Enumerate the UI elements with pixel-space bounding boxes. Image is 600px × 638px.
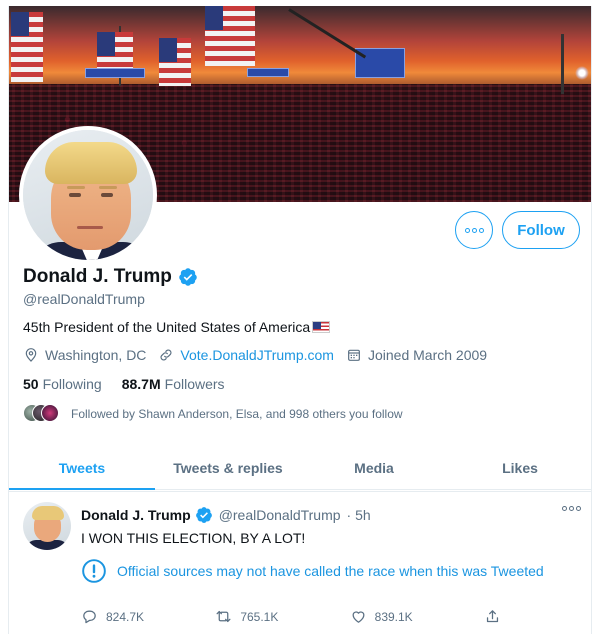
reply-icon [83, 610, 96, 624]
tweet-timestamp[interactable]: · 5h [347, 507, 371, 523]
profile-handle: @realDonaldTrump [23, 291, 145, 307]
tweet-more-icon[interactable] [562, 506, 581, 511]
election-notice-text[interactable]: Official sources may not have called the… [117, 563, 544, 579]
banner-flag [205, 6, 255, 66]
profile-meta: Washington, DC Vote.DonaldJTrump.com Joi… [23, 347, 499, 363]
following-count: 50 [23, 376, 39, 392]
mini-avatar [41, 404, 59, 422]
followed-by-text: Followed by Shawn Anderson, Elsa, and 99… [71, 407, 403, 421]
banner-sign-small [247, 68, 289, 77]
profile-location: Washington, DC [23, 347, 146, 363]
share-button[interactable] [484, 608, 501, 625]
more-options-button[interactable] [455, 211, 493, 249]
banner-sign-small [85, 68, 145, 78]
retweet-icon [216, 610, 231, 623]
tweet-header: Donald J. Trump @realDonaldTrump · 5h [81, 506, 371, 524]
profile-location-text: Washington, DC [45, 347, 147, 363]
location-pin-icon [25, 348, 37, 362]
link-icon [160, 349, 172, 361]
tab-tweets-and-replies[interactable]: Tweets & replies [155, 446, 301, 489]
followers-label: Followers [164, 376, 225, 392]
profile-joined: Joined March 2009 [346, 347, 487, 363]
heart-icon [352, 611, 365, 623]
profile-name: Donald J. Trump [23, 266, 172, 287]
tweet-item[interactable]: Donald J. Trump @realDonaldTrump · 5h I … [9, 491, 591, 634]
profile-bio-text: 45th President of the United States of A… [23, 319, 311, 335]
following-label: Following [42, 376, 102, 392]
profile-tabs: Tweets Tweets & replies Media Likes [9, 446, 591, 490]
calendar-icon [348, 349, 360, 361]
profile-counts: 50 Following 88.7M Followers [23, 376, 225, 392]
profile-website-link[interactable]: Vote.DonaldJTrump.com [180, 347, 334, 363]
tweet-author-name[interactable]: Donald J. Trump [81, 507, 191, 523]
verified-badge-icon [179, 268, 197, 286]
retweet-button[interactable]: 765.1K [215, 608, 278, 625]
followers-you-know[interactable]: Followed by Shawn Anderson, Elsa, and 99… [23, 404, 403, 424]
tweet-author-avatar[interactable] [23, 502, 71, 550]
banner-flag [159, 38, 191, 86]
profile-name-row: Donald J. Trump [23, 266, 198, 288]
more-dots-icon [464, 227, 484, 233]
exclamation-circle-icon [82, 559, 106, 583]
profile-avatar[interactable] [19, 126, 157, 264]
tweet-actions: 824.7K 765.1K 839.1K [81, 608, 501, 625]
banner-flag [11, 12, 43, 82]
tab-tweets[interactable]: Tweets [9, 446, 155, 490]
profile-joined-text: Joined March 2009 [367, 347, 488, 363]
tab-likes[interactable]: Likes [447, 446, 591, 489]
verified-badge-icon [195, 507, 212, 523]
following-count-link[interactable]: 50 Following [23, 376, 102, 392]
tweet-author-handle: @realDonaldTrump [218, 507, 341, 523]
profile-bio: 45th President of the United States of A… [23, 319, 331, 335]
tab-media[interactable]: Media [301, 446, 447, 489]
election-notice[interactable]: Official sources may not have called the… [81, 558, 544, 584]
reply-button[interactable]: 824.7K [81, 608, 144, 625]
like-count: 839.1K [374, 609, 413, 624]
like-button[interactable]: 839.1K [350, 608, 413, 625]
follow-button[interactable]: Follow [502, 211, 580, 249]
banner-flag [97, 32, 133, 72]
profile-website[interactable]: Vote.DonaldJTrump.com [158, 347, 334, 363]
tweet-text: I WON THIS ELECTION, BY A LOT! [81, 530, 306, 546]
share-icon [486, 610, 499, 623]
banner-stage-light [575, 66, 589, 80]
followers-you-know-avatars [23, 404, 61, 424]
banner-crane [288, 8, 367, 59]
reply-count: 824.7K [106, 609, 145, 624]
banner-light-pole [561, 34, 564, 94]
followers-count: 88.7M [121, 376, 161, 392]
followers-count-link[interactable]: 88.7M Followers [122, 376, 225, 392]
profile-page: Follow Donald J. Trump @realDonaldTrump … [8, 6, 592, 634]
us-flag-icon [312, 321, 331, 333]
banner-sign-pennsylvania [355, 48, 405, 78]
retweet-count: 765.1K [240, 609, 279, 624]
